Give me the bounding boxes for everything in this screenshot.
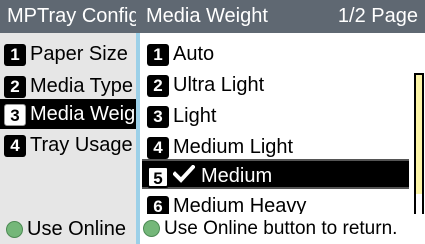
back-item-label: Paper Size xyxy=(30,43,128,65)
number-badge: 3 xyxy=(147,105,169,128)
number-badge: 2 xyxy=(4,75,26,98)
list-item-label: Auto xyxy=(173,43,215,65)
number-badge: 1 xyxy=(147,43,169,66)
front-footer-text: Use Online button to return. xyxy=(164,218,398,239)
list-item-label: Light xyxy=(173,105,217,127)
back-item-label: Media Type xyxy=(30,75,134,97)
back-footer-text: Use Online xyxy=(27,218,126,240)
number-badge: 5 xyxy=(147,165,169,188)
front-footer: Use Online button to return. xyxy=(136,214,425,244)
online-led-icon xyxy=(143,220,160,238)
number-badge: 4 xyxy=(147,136,169,159)
back-item-label: Tray Usage xyxy=(30,134,133,156)
scrollbar-thumb[interactable] xyxy=(416,75,422,194)
online-led-icon xyxy=(6,221,23,239)
list-item-auto[interactable]: 1 Auto xyxy=(147,39,407,69)
media-weight-list: 1 Auto 2 Ultra Light 3 Light 4 Medium Light … xyxy=(136,33,425,244)
page-indicator: 1/2 Page xyxy=(337,5,418,27)
list-item-medium-light[interactable]: 4 Medium Light xyxy=(147,132,407,162)
back-item-paper-size[interactable]: 1 Paper Size xyxy=(4,39,154,69)
number-badge: 4 xyxy=(4,134,26,157)
list-item-label: Ultra Light xyxy=(173,74,265,96)
list-item-medium-selected[interactable]: 5 Medium xyxy=(142,159,409,189)
list-item-ultra-light[interactable]: 2 Ultra Light xyxy=(147,70,407,100)
list-item-label: Medium Light xyxy=(173,136,294,158)
number-badge: 2 xyxy=(147,74,169,97)
back-item-media-type[interactable]: 2 Media Type xyxy=(4,71,154,101)
number-badge: 3 xyxy=(4,103,26,126)
list-item-label: Medium xyxy=(201,165,273,187)
front-window-title: Media Weight xyxy=(146,5,268,27)
list-item-light[interactable]: 3 Light xyxy=(147,101,407,131)
scrollbar[interactable] xyxy=(414,73,424,235)
media-weight-window: Media Weight 1/2 Page 1 Auto 2 Ultra Light… xyxy=(136,0,425,244)
back-item-tray-usage[interactable]: 4 Tray Usage xyxy=(4,130,154,160)
front-window-title-bar: Media Weight 1/2 Page xyxy=(136,0,425,33)
back-item-label: Media Weight xyxy=(30,103,152,125)
checkmark-icon xyxy=(172,162,196,192)
number-badge: 1 xyxy=(4,43,26,66)
